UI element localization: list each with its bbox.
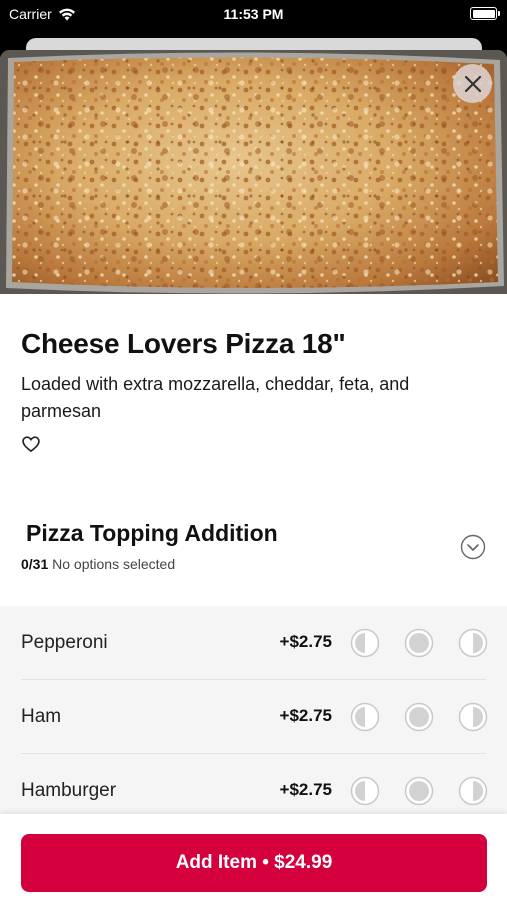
add-item-button[interactable]: Add Item • $24.99 xyxy=(21,834,487,892)
option-group-status: 0/31 No options selected xyxy=(21,556,175,572)
option-price: +$2.75 xyxy=(279,780,332,799)
battery-fill xyxy=(472,9,495,18)
option-price: +$2.75 xyxy=(279,706,332,725)
option-name: Ham xyxy=(21,706,62,727)
left-half-icon[interactable] xyxy=(350,702,380,732)
option-price: +$2.75 xyxy=(279,632,332,651)
left-half-icon[interactable] xyxy=(350,628,380,658)
option-row[interactable]: Pepperoni +$2.75 xyxy=(0,606,507,680)
item-description: Loaded with extra mozzarella, cheddar, f… xyxy=(21,374,410,421)
right-half-icon[interactable] xyxy=(458,776,488,806)
pizza-photo xyxy=(0,50,507,294)
whole-icon[interactable] xyxy=(404,702,434,732)
item-title: Cheese Lovers Pizza 18" xyxy=(21,328,346,359)
close-icon xyxy=(464,75,481,92)
heart-outline-icon[interactable] xyxy=(21,434,41,454)
footer-bar: Add Item • $24.99 xyxy=(0,814,507,900)
left-half-icon[interactable] xyxy=(350,776,380,806)
option-name: Hamburger xyxy=(21,780,117,801)
item-detail-sheet: Cheese Lovers Pizza 18" Loaded with extr… xyxy=(0,50,507,900)
chevron-down-circle-icon[interactable] xyxy=(460,534,486,560)
close-button[interactable] xyxy=(453,64,492,103)
status-bar: Carrier 11:53 PM xyxy=(0,0,507,30)
right-half-icon[interactable] xyxy=(458,702,488,732)
selection-status: No options selected xyxy=(52,556,176,572)
option-name: Pepperoni xyxy=(21,632,108,653)
option-row[interactable]: Ham +$2.75 xyxy=(0,680,507,754)
whole-icon[interactable] xyxy=(404,776,434,806)
whole-icon[interactable] xyxy=(404,628,434,658)
option-count: 0/31 xyxy=(21,556,49,572)
option-group-title: Pizza Topping Addition xyxy=(26,520,278,546)
clock: 11:53 PM xyxy=(223,6,284,22)
battery-icon xyxy=(470,7,500,20)
right-half-icon[interactable] xyxy=(458,628,488,658)
